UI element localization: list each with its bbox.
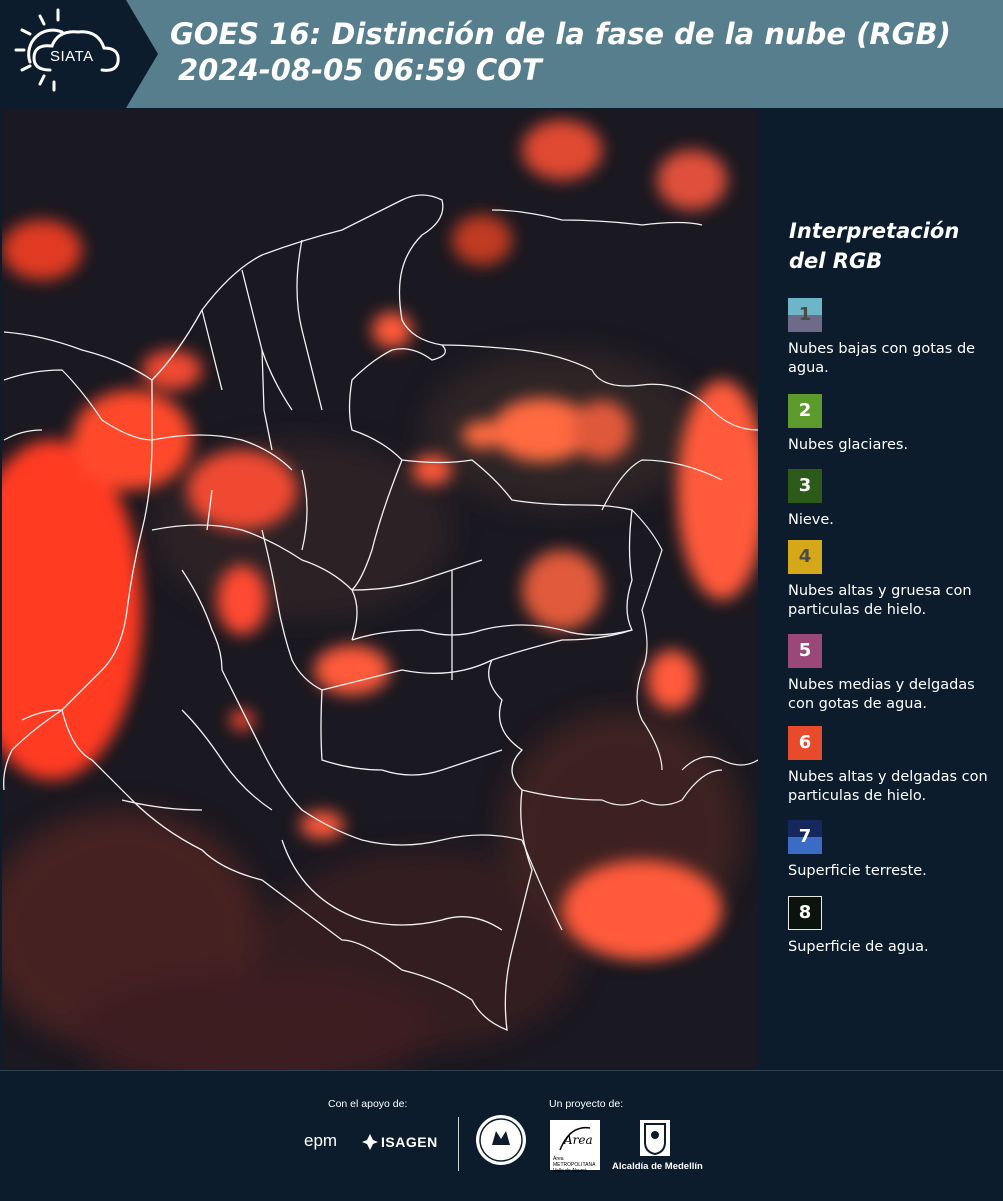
svg-text:Área: Área — [563, 1132, 593, 1147]
footer: Con el apoyo de: Un proyecto de: epm ISA… — [0, 1070, 1003, 1201]
legend-label-3: Nieve. — [788, 512, 834, 528]
legend-swatch-8: 8 — [788, 896, 822, 930]
legend-title: Interpretación del RGB — [789, 219, 960, 273]
isagen-icon — [362, 1134, 378, 1150]
legend-swatch-4: 4 — [788, 540, 822, 574]
legend-item-4: 4 Nubes altas y gruesa con particulas de… — [788, 540, 1003, 620]
legend-swatch-1: 1 — [788, 298, 822, 332]
legend-item-3: 3 Nieve. — [788, 469, 1003, 530]
page-title: GOES 16: Distinción de la fase de la nub… — [170, 16, 990, 88]
legend-panel: Interpretación del RGB 1 Nubes bajas con… — [775, 110, 1003, 1070]
legend-label-4: Nubes altas y gruesa con particulas de h… — [788, 583, 972, 618]
title-line-2: 2024-08-05 06:59 COT — [178, 53, 542, 87]
legend-label-2: Nubes glaciares. — [788, 437, 909, 453]
alcaldia-shield-icon — [640, 1120, 670, 1156]
legend-swatch-7: 7 — [788, 820, 822, 854]
legend-label-5: Nubes medias y delgadas con gotas de agu… — [788, 677, 975, 712]
legend-item-5: 5 Nubes medias y delgadas con gotas de a… — [788, 634, 1003, 714]
area-metropolitana-text: Área METROPOLITANA Valle de Aburrá — [553, 1156, 596, 1174]
title-line-1: GOES 16: Distinción de la fase de la nub… — [170, 17, 951, 51]
legend-swatch-2: 2 — [788, 394, 822, 428]
support-label: Con el apoyo de: — [328, 1098, 408, 1110]
epm-logo: epm — [304, 1131, 338, 1150]
legend-label-6: Nubes altas y delgadas con particulas de… — [788, 769, 988, 804]
legend-item-8: 8 Superficie de agua. — [788, 896, 1003, 957]
medellin-seal-logo — [476, 1115, 526, 1165]
header-bar: SIATA GOES 16: Distinción de la fase de … — [0, 0, 1003, 108]
legend-label-1: Nubes bajas con gotas de agua. — [788, 341, 976, 376]
area-metropolitana-logo: Área Área METROPOLITANA Valle de Aburrá — [550, 1120, 600, 1174]
legend-item-7: 7 Superficie terreste. — [788, 820, 1003, 881]
legend-label-7: Superficie terreste. — [788, 863, 927, 879]
footer-divider — [458, 1117, 459, 1171]
siata-logo-text: SIATA — [50, 48, 94, 65]
project-label: Un proyecto de: — [549, 1098, 624, 1110]
legend-item-1: 1 Nubes bajas con gotas de agua. — [788, 298, 1003, 378]
satellite-map[interactable] — [2, 110, 758, 1070]
legend-swatch-3: 3 — [788, 469, 822, 503]
legend-swatch-6: 6 — [788, 726, 822, 760]
legend-swatch-5: 5 — [788, 634, 822, 668]
alcaldia-medellin-label: Alcaldía de Medellín — [612, 1161, 703, 1172]
legend-label-8: Superficie de agua. — [788, 939, 929, 955]
legend-item-6: 6 Nubes altas y delgadas con particulas … — [788, 726, 1003, 806]
isagen-logo: ISAGEN — [381, 1134, 438, 1150]
legend-item-2: 2 Nubes glaciares. — [788, 394, 1003, 455]
